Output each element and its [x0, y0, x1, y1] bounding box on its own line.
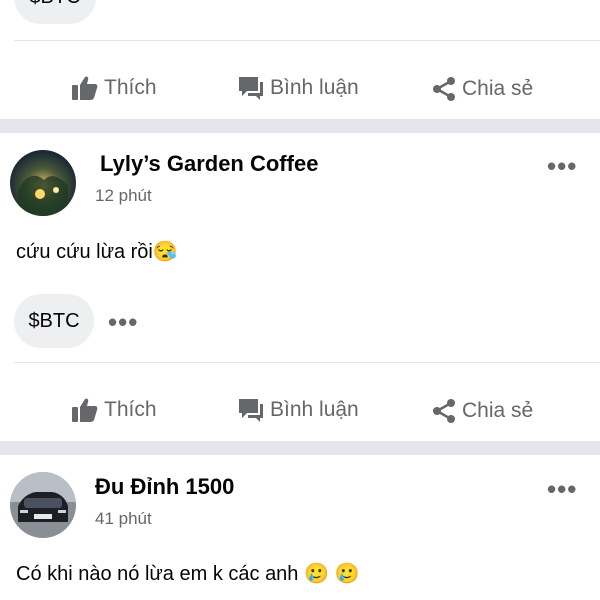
like-button[interactable]: Thích — [72, 76, 157, 100]
like-button[interactable]: Thích — [72, 398, 157, 422]
post-separator — [0, 441, 600, 455]
tag-chip[interactable]: $BTC — [14, 0, 96, 24]
comment-label: Bình luận — [270, 76, 359, 99]
tag-chip-label: $BTC — [29, 0, 80, 9]
post-text-body: cứu cứu lừa rồi — [16, 241, 153, 263]
thumbs-up-icon — [72, 76, 98, 100]
share-icon — [433, 77, 455, 101]
share-label: Chia sẻ — [462, 399, 534, 422]
post-text: cứu cứu lừa rồi😪 — [16, 239, 178, 264]
smiling-tear-emoji: 🥲 🥲 — [304, 563, 360, 585]
post-timestamp[interactable]: 41 phút — [95, 509, 152, 529]
like-label: Thích — [104, 398, 157, 421]
comment-button[interactable]: Bình luận — [238, 76, 359, 100]
like-label: Thích — [104, 76, 157, 99]
comment-icon — [239, 399, 263, 422]
share-label: Chia sẻ — [462, 77, 534, 100]
share-button[interactable]: Chia sẻ — [432, 398, 533, 424]
post-author-name[interactable]: Đu Đỉnh 1500 — [95, 474, 234, 500]
more-options-icon[interactable]: ••• — [547, 153, 577, 179]
divider — [14, 40, 600, 41]
more-options-icon[interactable]: ••• — [108, 309, 138, 335]
comment-button[interactable]: Bình luận — [238, 398, 359, 422]
crying-emoji: 😪 — [152, 241, 178, 263]
post-text-body: Có khi nào nó lừa em k các anh — [16, 563, 299, 585]
comment-label: Bình luận — [270, 398, 359, 421]
tag-chip-label: $BTC — [28, 309, 80, 332]
divider — [14, 362, 600, 363]
share-icon — [433, 399, 455, 423]
avatar[interactable] — [10, 150, 76, 216]
post-separator — [0, 119, 600, 133]
avatar[interactable] — [10, 472, 76, 538]
post-timestamp[interactable]: 12 phút — [95, 186, 152, 206]
post-author-name[interactable]: Lyly’s Garden Coffee — [100, 151, 318, 177]
comment-icon — [239, 77, 263, 100]
share-button[interactable]: Chia sẻ — [432, 76, 533, 102]
post-text: Có khi nào nó lừa em k các anh 🥲 🥲 — [16, 561, 359, 586]
tag-chip[interactable]: $BTC — [14, 294, 94, 348]
more-options-icon[interactable]: ••• — [547, 476, 577, 502]
thumbs-up-icon — [72, 398, 98, 422]
